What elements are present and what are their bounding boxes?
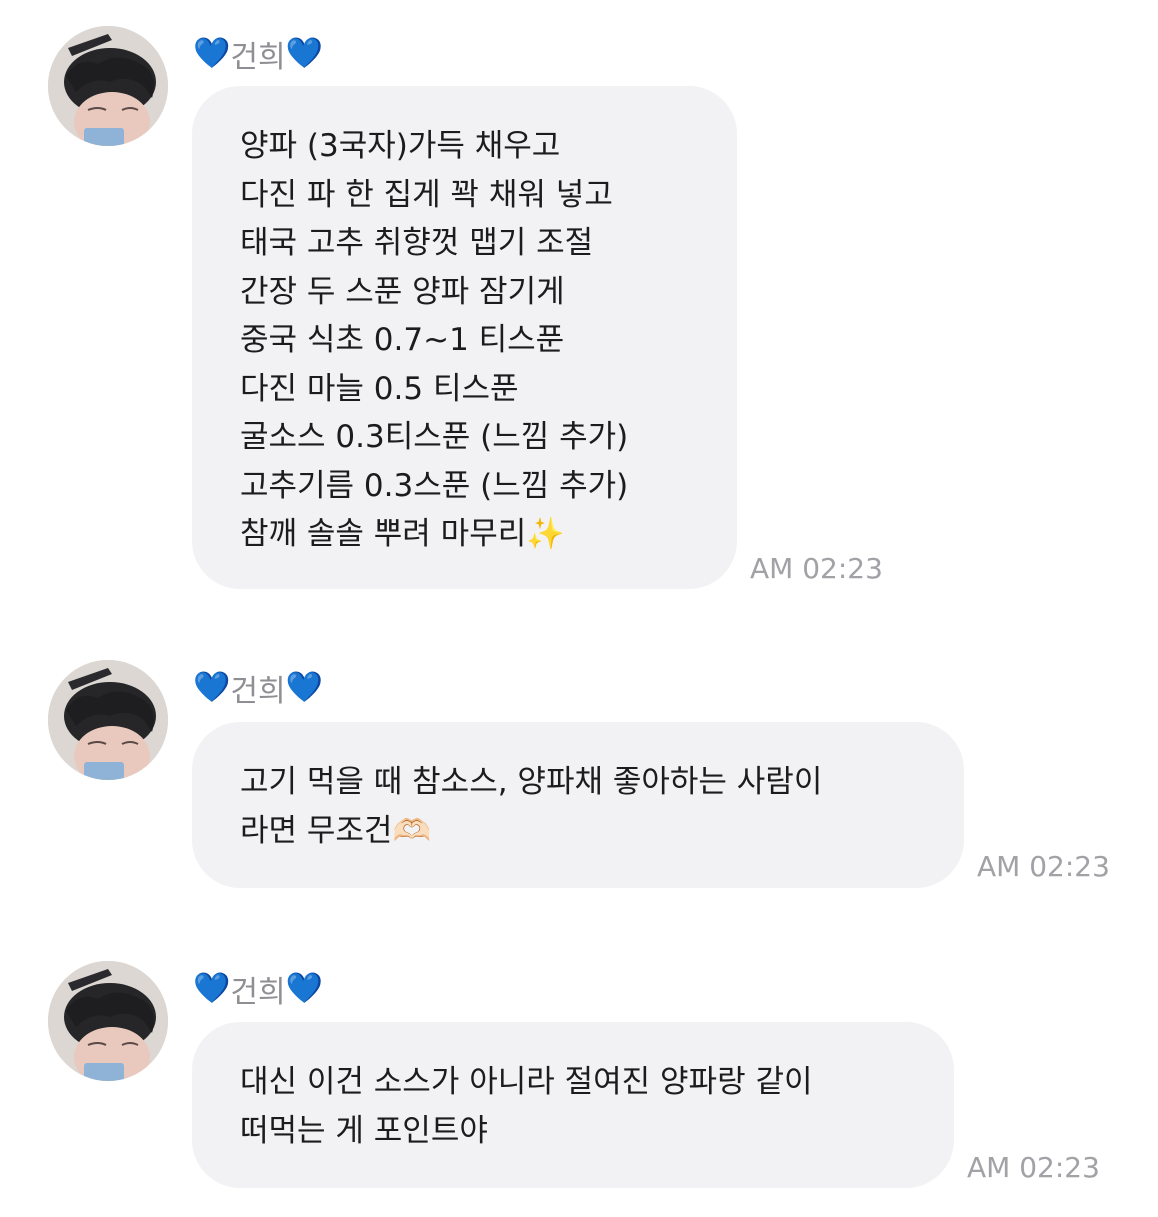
message-line: 굴소스 0.3티스푼 (느낌 추가) bbox=[240, 419, 629, 455]
sender-label: 건희 bbox=[230, 674, 286, 709]
message-bubble[interactable]: 대신 이건 소스가 아니라 절여진 양파랑 같이 떠먹는 게 포인트야 bbox=[192, 1022, 954, 1188]
message-line: 중국 식초 0.7~1 티스푼 bbox=[240, 322, 565, 358]
message-line: 고추기름 0.3스푼 (느낌 추가) bbox=[240, 467, 629, 504]
sender-name: 💙 건희 💙 bbox=[193, 969, 323, 1011]
message-line: 참깨 솔솔 뿌려 마무리✨ bbox=[240, 516, 565, 552]
message-line: 간장 두 스푼 양파 잠기게 bbox=[240, 273, 565, 310]
blue-heart-icon: 💙 bbox=[193, 670, 231, 705]
sender-name: 💙 건희 💙 bbox=[193, 668, 323, 710]
avatar-photo-icon bbox=[48, 961, 168, 1081]
message-line: 태국 고추 취향껏 맵기 조절 bbox=[240, 225, 594, 261]
avatar-photo-icon bbox=[48, 26, 168, 146]
message-1: 💙 건희 💙 양파 (3국자)가득 채우고 다진 파 한 집게 꽉 채워 넣고 … bbox=[0, 26, 1158, 596]
message-line: 고기 먹을 때 참소스, 양파채 좋아하는 사람이 bbox=[240, 764, 823, 800]
message-line: 라면 무조건🫶🏻 bbox=[240, 812, 432, 849]
blue-heart-icon: 💙 bbox=[285, 670, 323, 705]
message-bubble[interactable]: 고기 먹을 때 참소스, 양파채 좋아하는 사람이 라면 무조건🫶🏻 bbox=[192, 722, 964, 888]
sender-label: 건희 bbox=[230, 975, 286, 1010]
avatar[interactable] bbox=[48, 26, 168, 146]
timestamp: AM 02:23 bbox=[750, 552, 883, 585]
avatar[interactable] bbox=[48, 961, 168, 1081]
sender-name: 💙 건희 💙 bbox=[193, 34, 323, 76]
message-2: 💙 건희 💙 고기 먹을 때 참소스, 양파채 좋아하는 사람이 라면 무조건🫶… bbox=[0, 660, 1158, 900]
blue-heart-icon: 💙 bbox=[285, 36, 323, 71]
blue-heart-icon: 💙 bbox=[193, 971, 231, 1006]
avatar-photo-icon bbox=[48, 660, 168, 780]
message-line: 다진 마늘 0.5 티스푼 bbox=[240, 370, 519, 407]
timestamp: AM 02:23 bbox=[977, 850, 1110, 883]
message-line: 양파 (3국자)가득 채우고 bbox=[240, 128, 561, 164]
message-bubble[interactable]: 양파 (3국자)가득 채우고 다진 파 한 집게 꽉 채워 넣고 태국 고추 취… bbox=[192, 86, 737, 589]
message-line: 다진 파 한 집게 꽉 채워 넣고 bbox=[240, 176, 613, 213]
avatar[interactable] bbox=[48, 660, 168, 780]
message-3: 💙 건희 💙 대신 이건 소스가 아니라 절여진 양파랑 같이 떠먹는 게 포인… bbox=[0, 961, 1158, 1201]
blue-heart-icon: 💙 bbox=[285, 971, 323, 1006]
blue-heart-icon: 💙 bbox=[193, 36, 231, 71]
sender-label: 건희 bbox=[230, 40, 286, 75]
message-line: 떠먹는 게 포인트야 bbox=[240, 1112, 488, 1149]
message-line: 대신 이건 소스가 아니라 절여진 양파랑 같이 bbox=[240, 1064, 813, 1100]
timestamp: AM 02:23 bbox=[967, 1151, 1100, 1184]
